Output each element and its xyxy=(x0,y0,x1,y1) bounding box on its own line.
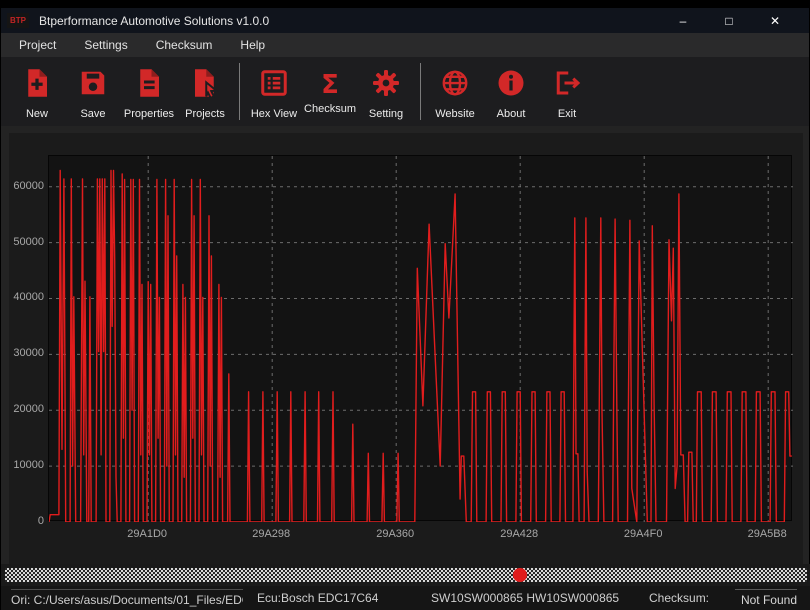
menu-item-settings[interactable]: Settings xyxy=(70,34,141,56)
x-tick-label: 29A298 xyxy=(243,528,299,540)
toolbar: New Save Properties Projects Hex View Σ Checks… xyxy=(1,57,809,126)
sigma-checksum-icon: Σ xyxy=(321,72,339,98)
toolbar-button-label: New xyxy=(26,108,48,120)
y-tick-label: 50000 xyxy=(10,236,44,248)
minimize-button[interactable]: – xyxy=(667,14,699,28)
toolbar-button-label: Exit xyxy=(558,108,576,120)
projects-icon xyxy=(190,68,220,103)
status-ecu: Ecu:Bosch EDC17C64 xyxy=(257,591,378,605)
properties-button[interactable]: Properties xyxy=(121,64,177,120)
y-tick-label: 10000 xyxy=(10,459,44,471)
toolbar-button-label: Website xyxy=(435,108,475,120)
y-tick-label: 20000 xyxy=(10,403,44,415)
title-bar: BTP Btperformance Automotive Solutions v… xyxy=(1,8,809,33)
menu-item-checksum[interactable]: Checksum xyxy=(142,34,227,56)
exit-button[interactable]: Exit xyxy=(539,64,595,120)
y-tick-label: 40000 xyxy=(10,291,44,303)
y-tick-label: 30000 xyxy=(10,347,44,359)
close-button[interactable]: ✕ xyxy=(759,14,791,28)
globe-website-icon xyxy=(440,68,470,103)
maximize-button[interactable]: □ xyxy=(713,14,745,28)
chart-panel: 0 10000 20000 30000 40000 50000 60000 29A1D0 29… xyxy=(9,133,803,564)
toolbar-separator xyxy=(420,63,421,120)
toolbar-separator xyxy=(239,63,240,120)
exit-icon xyxy=(552,68,582,103)
toolbar-button-label: Setting xyxy=(369,108,403,120)
projects-button[interactable]: Projects xyxy=(177,64,233,120)
window-title: Btperformance Automotive Solutions v1.0.… xyxy=(39,14,269,28)
x-tick-label: 29A1D0 xyxy=(119,528,175,540)
toolbar-button-label: Projects xyxy=(185,108,225,120)
menu-bar: ProjectSettingsChecksumHelp xyxy=(1,33,809,57)
properties-icon xyxy=(134,68,164,103)
new-button[interactable]: New xyxy=(9,64,65,120)
save-button[interactable]: Save xyxy=(65,64,121,120)
gear-setting-icon xyxy=(371,68,401,103)
checksum-button[interactable]: Σ Checksum xyxy=(302,68,358,115)
status-checksum-value: Not Found xyxy=(735,589,797,607)
info-about-icon xyxy=(496,68,526,103)
status-sw-hw: SW10SW000865 HW10SW000865 xyxy=(431,591,619,605)
status-file-path: Ori: C:/Users/asus/Documents/01_Files/ED… xyxy=(11,589,243,607)
hex-view-icon xyxy=(259,68,289,103)
x-tick-label: 29A5B8 xyxy=(739,528,795,540)
save-icon xyxy=(78,68,108,103)
toolbar-button-label: Hex View xyxy=(251,108,297,120)
x-tick-label: 29A428 xyxy=(491,528,547,540)
toolbar-button-label: Save xyxy=(80,108,105,120)
toolbar-button-label: About xyxy=(497,108,526,120)
toolbar-button-label: Properties xyxy=(124,108,174,120)
toolbar-button-label: Checksum xyxy=(304,103,356,115)
scroll-slider-zone xyxy=(1,564,810,586)
window-controls: – □ ✕ xyxy=(667,14,803,28)
hex-view-button[interactable]: Hex View xyxy=(246,64,302,120)
x-tick-label: 29A360 xyxy=(367,528,423,540)
slider-thumb[interactable] xyxy=(513,568,527,582)
about-button[interactable]: About xyxy=(483,64,539,120)
slider-track[interactable] xyxy=(5,568,807,582)
app-window: BTP Btperformance Automotive Solutions v… xyxy=(0,8,810,602)
status-checksum-label: Checksum: xyxy=(649,591,709,605)
website-button[interactable]: Website xyxy=(427,64,483,120)
menu-item-project[interactable]: Project xyxy=(5,34,70,56)
app-logo: BTP xyxy=(7,13,29,28)
data-plot[interactable] xyxy=(48,155,792,521)
status-bar: Ori: C:/Users/asus/Documents/01_Files/ED… xyxy=(1,586,810,610)
y-tick-label: 60000 xyxy=(10,180,44,192)
menu-item-help[interactable]: Help xyxy=(226,34,279,56)
x-tick-label: 29A4F0 xyxy=(615,528,671,540)
new-file-icon xyxy=(22,68,52,103)
setting-button[interactable]: Setting xyxy=(358,64,414,120)
y-tick-label: 0 xyxy=(10,515,44,527)
